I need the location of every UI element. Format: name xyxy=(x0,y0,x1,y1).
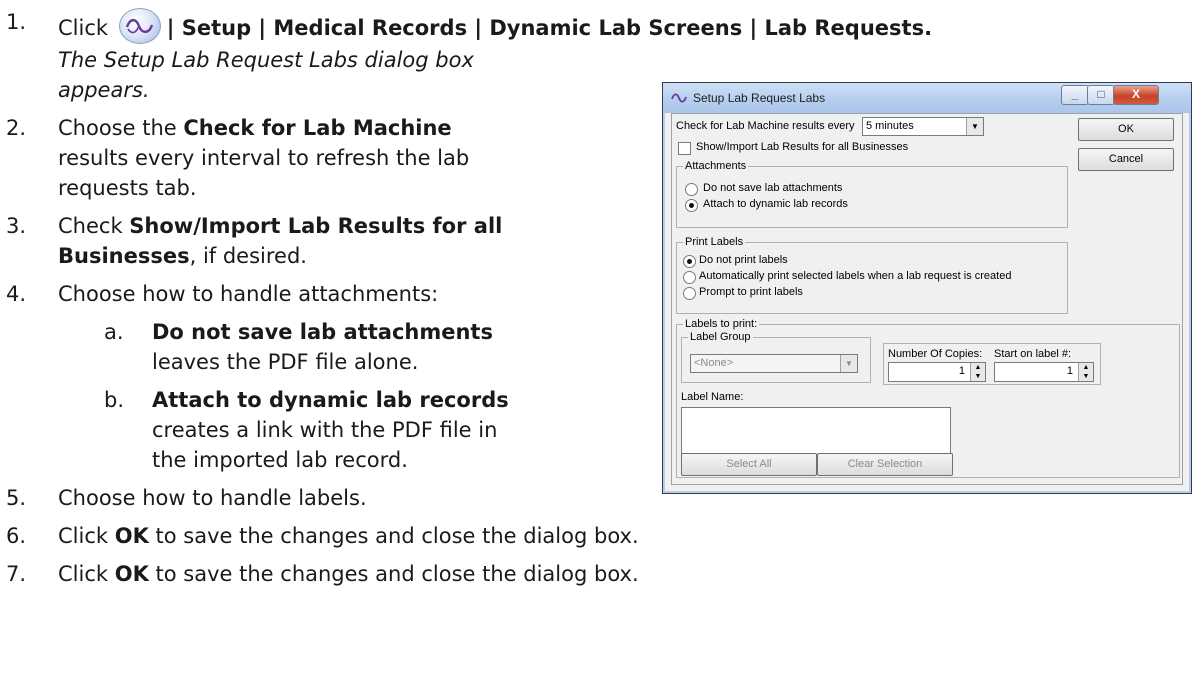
label-group-group: Label Group <None> ▼ xyxy=(681,331,871,383)
app-logo-icon xyxy=(671,93,687,103)
close-button[interactable]: X xyxy=(1113,85,1159,105)
attach-dynamic-records-radio[interactable] xyxy=(685,199,698,212)
step-number: 1. xyxy=(6,10,27,34)
menu-path: | Setup | Medical Records | Dynamic Lab … xyxy=(166,16,925,40)
app-logo-icon xyxy=(118,8,161,44)
copies-label: Number Of Copies: xyxy=(888,348,983,360)
maximize-icon: □ xyxy=(1097,87,1105,101)
ok-button[interactable]: OK xyxy=(1078,118,1174,141)
check-interval-label: Check for Lab Machine results every xyxy=(676,120,855,132)
minimize-icon: _ xyxy=(1071,87,1079,101)
spin-arrows-icon: ▲ ▼ xyxy=(1078,363,1093,381)
show-import-checkbox[interactable] xyxy=(678,142,691,155)
maximize-button[interactable]: □ xyxy=(1087,85,1115,105)
show-import-label: Show/Import Lab Results for all Business… xyxy=(696,141,909,153)
chevron-down-icon: ▼ xyxy=(840,355,857,372)
do-not-save-attachments-radio[interactable] xyxy=(685,183,698,196)
title-bar: Setup Lab Request Labs _ □ X xyxy=(663,83,1191,113)
print-labels-group: Print Labels Do not print labels Automat… xyxy=(676,236,1068,314)
minimize-button[interactable]: _ xyxy=(1061,85,1089,105)
label-name-list[interactable] xyxy=(681,407,951,455)
setup-lab-request-labs-dialog: Setup Lab Request Labs _ □ X Check for L… xyxy=(662,82,1192,494)
select-all-button[interactable]: Select All xyxy=(681,453,817,476)
attachments-group: Attachments Do not save lab attachments … xyxy=(676,160,1068,228)
start-label-spinner[interactable]: 1 ▲ ▼ xyxy=(994,362,1094,382)
label-group-select[interactable]: <None> ▼ xyxy=(690,354,858,373)
prompt-print-radio[interactable] xyxy=(683,287,696,300)
labels-to-print-group: Labels to print: Label Group <None> ▼ Nu… xyxy=(676,318,1180,478)
copies-spinner[interactable]: 1 ▲ ▼ xyxy=(888,362,986,382)
step-text: Click xyxy=(58,16,109,40)
start-label: Start on label #: xyxy=(994,348,1072,360)
chevron-down-icon: ▼ xyxy=(966,118,983,135)
dialog-title: Setup Lab Request Labs xyxy=(693,91,826,105)
do-not-print-radio[interactable] xyxy=(683,255,696,268)
copies-start-group: Number Of Copies: Start on label #: 1 ▲ ▼… xyxy=(883,343,1101,385)
close-icon: X xyxy=(1131,87,1140,101)
instructions-document: 1. Click | Setup | Medical Records | Dyn… xyxy=(0,0,1196,679)
spin-arrows-icon: ▲ ▼ xyxy=(970,363,985,381)
label-name-label: Label Name: xyxy=(681,391,744,403)
auto-print-radio[interactable] xyxy=(683,271,696,284)
clear-selection-button[interactable]: Clear Selection xyxy=(817,453,953,476)
dialog-client-area: Check for Lab Machine results every 5 mi… xyxy=(671,113,1183,485)
check-interval-select[interactable]: 5 minutes ▼ xyxy=(862,117,984,136)
cancel-button[interactable]: Cancel xyxy=(1078,148,1174,171)
